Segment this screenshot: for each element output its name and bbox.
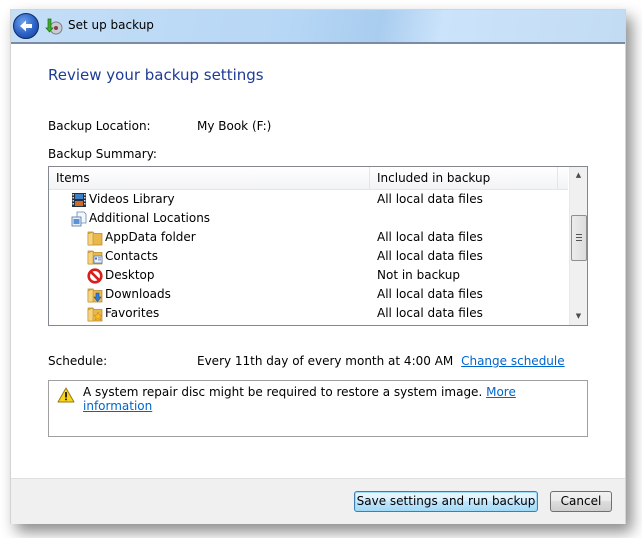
item-name: Downloads	[105, 287, 171, 301]
item-included: All local data files	[377, 230, 483, 244]
scroll-grip-icon	[576, 234, 582, 242]
list-item[interactable]: Videos Library All local data files	[49, 190, 568, 209]
back-button[interactable]	[13, 13, 39, 39]
system-repair-notice: A system repair disc might be required t…	[48, 380, 588, 437]
list-header: Items Included in backup	[49, 167, 568, 190]
not-allowed-icon	[87, 267, 103, 284]
item-name: Videos Library	[89, 192, 175, 206]
notice-text-container: A system repair disc might be required t…	[83, 385, 587, 413]
page-heading: Review your backup settings	[48, 66, 264, 84]
save-and-run-backup-button[interactable]: Save settings and run backup	[354, 491, 538, 512]
item-included: All local data files	[377, 249, 483, 263]
cancel-button[interactable]: Cancel	[550, 491, 612, 512]
item-name: AppData folder	[105, 230, 196, 244]
item-name: Favorites	[105, 306, 160, 320]
schedule-text: Every 11th day of every month at 4:00 AM	[197, 354, 454, 368]
change-schedule-link[interactable]: Change schedule	[461, 354, 565, 368]
list-body: Videos Library All local data files Addi…	[49, 190, 568, 323]
backup-location-label: Backup Location:	[48, 119, 151, 133]
scroll-up-button[interactable]: ▲	[570, 167, 587, 184]
schedule-label: Schedule:	[48, 354, 108, 368]
back-arrow-icon	[20, 20, 32, 32]
vertical-scrollbar[interactable]: ▲ ▼	[569, 167, 587, 325]
downloads-folder-icon	[87, 288, 103, 302]
backup-summary-label: Backup Summary:	[48, 147, 157, 161]
notice-text: A system repair disc might be required t…	[83, 385, 483, 399]
backup-icon	[45, 18, 63, 35]
list-item[interactable]: Desktop Not in backup	[49, 266, 568, 285]
favorites-folder-icon	[87, 307, 103, 321]
column-header-included[interactable]: Included in backup	[370, 167, 558, 189]
item-included: Not in backup	[377, 268, 460, 282]
list-item[interactable]: Additional Locations	[49, 209, 568, 228]
window-title: Set up backup	[68, 18, 154, 32]
item-included: All local data files	[377, 306, 483, 320]
contacts-folder-icon	[87, 250, 103, 264]
item-included: All local data files	[377, 192, 483, 206]
item-name: Desktop	[105, 268, 155, 282]
setup-backup-window: Set up backup Review your backup setting…	[10, 9, 626, 524]
item-name: Contacts	[105, 249, 158, 263]
list-item[interactable]: Contacts All local data files	[49, 247, 568, 266]
videos-library-icon	[72, 192, 86, 207]
schedule-value: Every 11th day of every month at 4:00 AM…	[197, 354, 565, 368]
list-item[interactable]: Downloads All local data files	[49, 285, 568, 304]
item-included: All local data files	[377, 287, 483, 301]
scroll-thumb[interactable]	[571, 215, 587, 262]
scroll-down-button[interactable]: ▼	[570, 308, 587, 325]
column-header-items[interactable]: Items	[49, 167, 370, 189]
backup-location-value: My Book (F:)	[197, 119, 272, 133]
list-item[interactable]: AppData folder All local data files	[49, 228, 568, 247]
title-bar: Set up backup	[11, 10, 625, 44]
warning-icon	[57, 387, 75, 403]
item-name: Additional Locations	[89, 211, 211, 225]
backup-summary-list[interactable]: Items Included in backup Videos Library …	[48, 166, 588, 326]
folder-icon	[87, 231, 103, 245]
list-item[interactable]: Favorites All local data files	[49, 304, 568, 323]
dialog-footer: Save settings and run backup Cancel	[11, 478, 625, 524]
additional-locations-icon	[71, 211, 87, 226]
